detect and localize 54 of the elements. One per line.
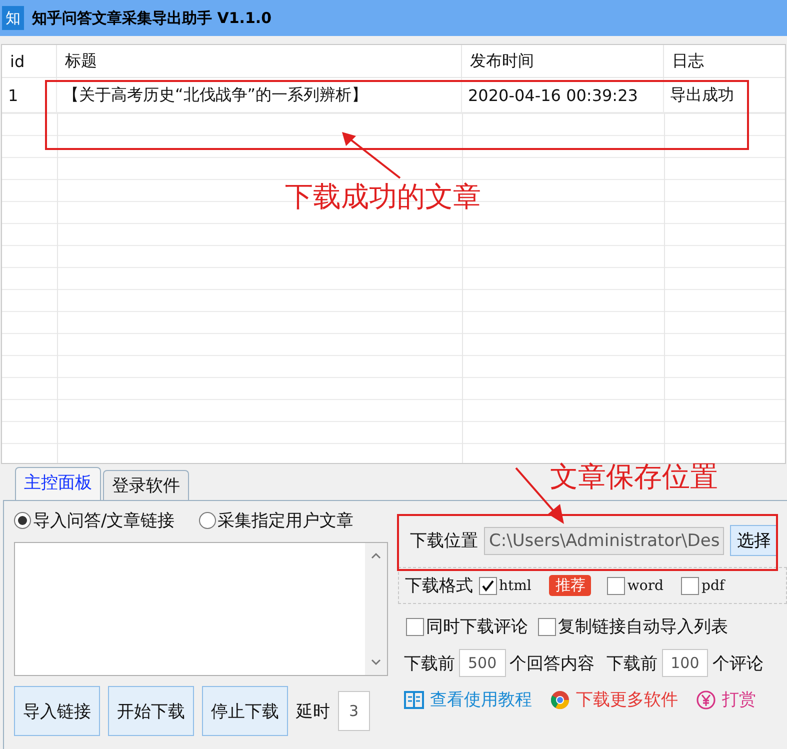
format-option: pdf bbox=[701, 578, 725, 594]
limit-label: 个回答内容 bbox=[510, 652, 595, 674]
location-field[interactable]: C:\Users\Administrator\Des bbox=[484, 526, 724, 554]
choose-button[interactable]: 选择 bbox=[730, 525, 778, 556]
option-label: 复制链接自动导入列表 bbox=[558, 616, 728, 638]
format-option: word bbox=[627, 578, 664, 594]
limit-label: 下载前 bbox=[404, 652, 455, 674]
action-button[interactable]: 开始下载 bbox=[108, 686, 194, 736]
tab[interactable]: 登录软件 bbox=[103, 470, 189, 500]
checkbox[interactable] bbox=[681, 576, 700, 594]
table-cell: 1 bbox=[2, 78, 57, 113]
annotation-text: 下载成功的文章 bbox=[285, 179, 481, 215]
recommend-badge: 推荐 bbox=[549, 575, 592, 596]
scroll-up-icon bbox=[370, 551, 382, 561]
yen-icon bbox=[696, 690, 716, 710]
scroll-down-icon bbox=[370, 657, 382, 667]
limit-field[interactable]: 500 bbox=[459, 649, 506, 677]
column-header[interactable]: 发布时间 bbox=[462, 45, 664, 78]
format-option: html bbox=[499, 578, 532, 594]
link[interactable]: 下载更多软件 bbox=[576, 688, 678, 711]
browser-icon bbox=[550, 690, 570, 710]
radio-button[interactable] bbox=[198, 512, 216, 529]
checkbox[interactable] bbox=[538, 618, 556, 636]
checkbox[interactable] bbox=[607, 576, 626, 594]
link[interactable]: 打赏 bbox=[722, 688, 756, 711]
check-icon bbox=[481, 579, 495, 592]
table-cell: 导出成功 bbox=[664, 78, 785, 113]
link-input[interactable] bbox=[14, 542, 388, 676]
column-header[interactable]: id bbox=[2, 45, 57, 78]
checkbox[interactable] bbox=[479, 576, 497, 594]
window-title: 知乎问答文章采集导出助手 V1.1.0 bbox=[32, 8, 272, 28]
radio-label: 导入问答/文章链接 bbox=[33, 510, 175, 532]
annotation-text: 文章保存位置 bbox=[550, 459, 718, 495]
format-label: 下载格式 bbox=[405, 575, 473, 597]
scrollbar[interactable] bbox=[365, 543, 387, 675]
option-label: 同时下载评论 bbox=[426, 616, 528, 638]
column-header[interactable]: 标题 bbox=[57, 45, 462, 78]
table-cell: 2020-04-16 00:39:23 bbox=[462, 78, 664, 113]
delay-field[interactable]: 3 bbox=[338, 691, 370, 731]
book-icon bbox=[404, 690, 424, 710]
radio-button[interactable] bbox=[14, 512, 31, 529]
tab[interactable]: 主控面板 bbox=[15, 467, 101, 500]
delay-label: 延时 bbox=[296, 700, 330, 722]
app-icon: 知 bbox=[2, 6, 24, 30]
action-button[interactable]: 导入链接 bbox=[14, 686, 100, 736]
column-header[interactable]: 日志 bbox=[664, 45, 785, 78]
table-cell: 【关于高考历史“北伐战争”的一系列辨析】 bbox=[57, 78, 462, 113]
action-button[interactable]: 停止下载 bbox=[202, 686, 288, 736]
limit-label: 下载前 bbox=[606, 652, 658, 674]
limit-label: 个评论 bbox=[712, 652, 764, 674]
radio-label: 采集指定用户文章 bbox=[218, 510, 354, 532]
location-label: 下载位置 bbox=[410, 530, 478, 552]
limit-field[interactable]: 100 bbox=[662, 649, 708, 677]
checkbox[interactable] bbox=[406, 618, 424, 636]
